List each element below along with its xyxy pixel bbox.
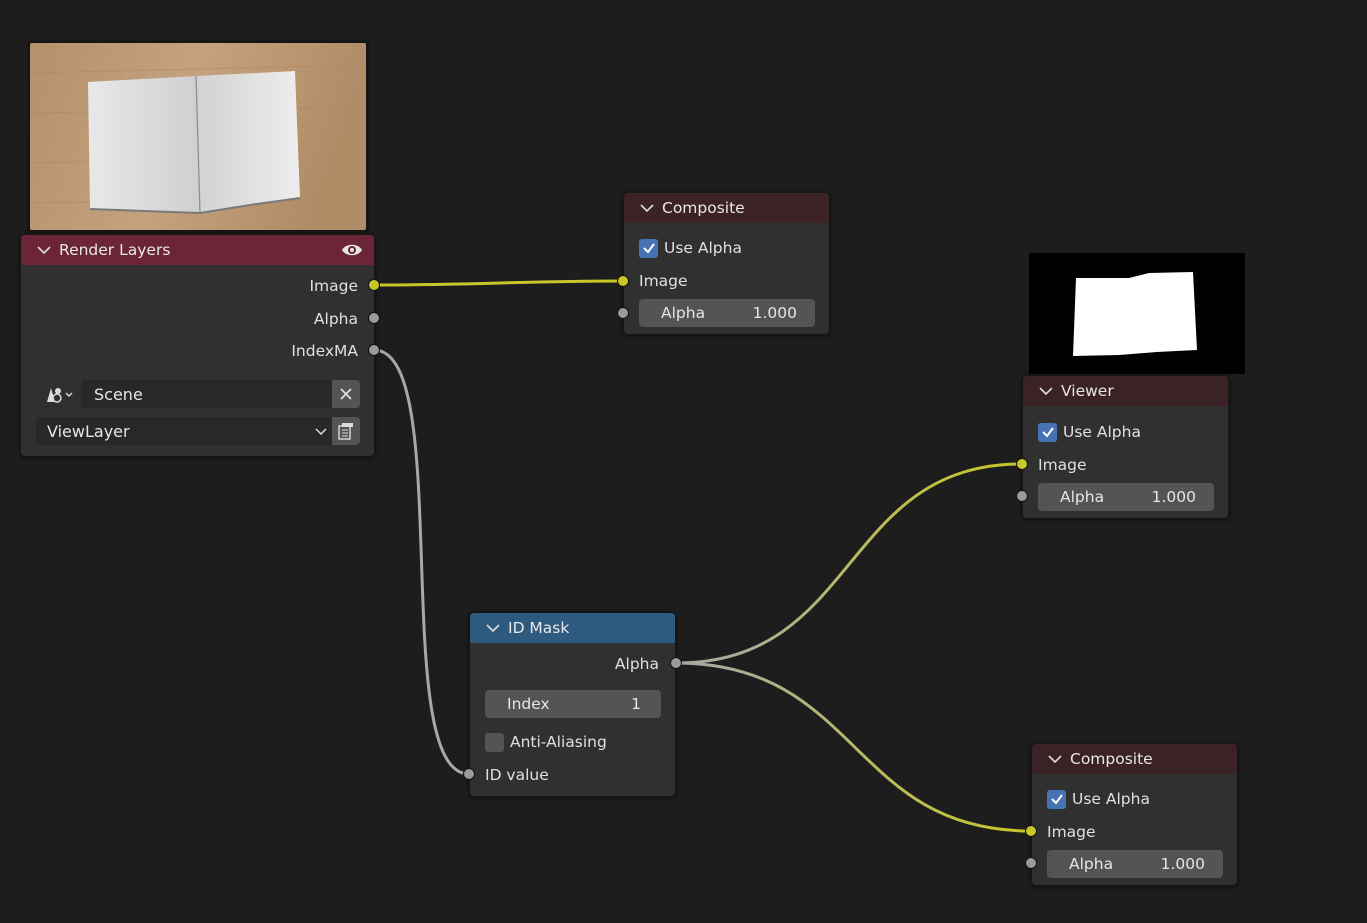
node-editor-canvas[interactable]: Render Layers Image Alpha IndexMA Scene …	[0, 0, 1367, 923]
alpha-field-label: Alpha	[1069, 855, 1114, 873]
image-input-label: Image	[1038, 456, 1087, 474]
checkbox-checked[interactable]	[1047, 789, 1066, 809]
composite-bottom-title: Composite	[1070, 750, 1153, 768]
viewer-header[interactable]: Viewer	[1023, 376, 1228, 406]
viewer-node[interactable]: Viewer Use Alpha Image Alpha 1.000	[1022, 375, 1229, 519]
id-mask-id-value-input: ID value	[485, 762, 549, 788]
chevron-down-icon[interactable]	[1037, 383, 1055, 399]
composite-top-use-alpha[interactable]: Use Alpha	[639, 235, 742, 261]
id-mask-title: ID Mask	[508, 619, 570, 637]
composite-top-header[interactable]: Composite	[624, 193, 829, 223]
id-value-label: ID value	[485, 766, 549, 784]
chevron-down-icon[interactable]	[1046, 751, 1064, 767]
checkbox-checked[interactable]	[639, 238, 658, 258]
output-indexma: IndexMA	[291, 338, 358, 364]
composite-top-image-input: Image	[639, 268, 688, 294]
scene-type-button[interactable]	[36, 380, 82, 408]
alpha-field-label: Alpha	[1060, 488, 1105, 506]
composite-top-image-socket[interactable]	[617, 275, 629, 287]
render-preview-image	[30, 43, 366, 230]
alpha-output-label: Alpha	[614, 655, 659, 673]
eye-icon[interactable]	[341, 242, 363, 258]
render-layer-button[interactable]	[332, 417, 360, 445]
output-image-label: Image	[309, 277, 358, 295]
link-indexma-to-idvalue	[373, 348, 470, 776]
viewer-title: Viewer	[1061, 382, 1114, 400]
alpha-field-value: 1.000	[1151, 488, 1196, 506]
chevron-down-icon[interactable]	[314, 424, 328, 438]
id-mask-id-value-socket[interactable]	[463, 768, 475, 780]
checkmark-icon	[1041, 427, 1054, 438]
composite-top-alpha-socket[interactable]	[617, 307, 629, 319]
id-mask-node[interactable]: ID Mask Alpha Index 1 Anti-Aliasing ID v…	[469, 612, 676, 797]
index-field-value: 1	[631, 695, 641, 713]
checkmark-icon	[1050, 794, 1063, 805]
id-mask-index-field[interactable]: Index 1	[485, 690, 661, 718]
index-field-label: Index	[507, 695, 550, 713]
composite-bottom-alpha-field[interactable]: Alpha 1.000	[1047, 850, 1223, 878]
output-alpha-label: Alpha	[313, 310, 358, 328]
viewer-alpha-socket[interactable]	[1016, 490, 1028, 502]
use-alpha-label: Use Alpha	[664, 239, 742, 257]
chevron-down-icon[interactable]	[638, 200, 656, 216]
composite-top-title: Composite	[662, 199, 745, 217]
alpha-field-value: 1.000	[1160, 855, 1205, 873]
image-input-label: Image	[1047, 823, 1096, 841]
render-layers-alpha-socket[interactable]	[368, 312, 380, 324]
render-layers-image-socket[interactable]	[368, 279, 380, 291]
render-preview-frame	[27, 40, 369, 233]
id-mask-anti-aliasing[interactable]: Anti-Aliasing	[485, 729, 607, 755]
viewer-preview-image	[1029, 253, 1245, 374]
composite-bottom-header[interactable]: Composite	[1032, 744, 1237, 774]
checkmark-icon	[642, 243, 655, 254]
use-alpha-label: Use Alpha	[1072, 790, 1150, 808]
viewer-image-socket[interactable]	[1016, 458, 1028, 470]
anti-aliasing-label: Anti-Aliasing	[510, 733, 607, 751]
render-layers-title: Render Layers	[59, 241, 171, 259]
view-layer-selector[interactable]: ViewLayer	[36, 417, 360, 445]
render-layers-indexma-socket[interactable]	[368, 344, 380, 356]
composite-node-bottom[interactable]: Composite Use Alpha Image Alpha 1.000	[1031, 743, 1238, 886]
viewer-alpha-field[interactable]: Alpha 1.000	[1038, 483, 1214, 511]
chevron-down-icon[interactable]	[484, 620, 502, 636]
output-image: Image	[309, 273, 358, 299]
render-layers-icon	[338, 423, 353, 440]
scene-clear-button[interactable]	[332, 380, 360, 408]
render-layers-header[interactable]: Render Layers	[21, 235, 374, 265]
scene-data-icon	[47, 388, 73, 403]
viewer-image-input: Image	[1038, 452, 1087, 478]
link-image-to-composite	[373, 279, 625, 287]
composite-node-top[interactable]: Composite Use Alpha Image Alpha 1.000	[623, 192, 830, 335]
scene-name[interactable]: Scene	[94, 385, 332, 404]
chevron-down-icon[interactable]	[35, 242, 53, 258]
link-alpha-to-composite	[675, 661, 1032, 833]
output-alpha: Alpha	[314, 306, 358, 332]
composite-bottom-image-input: Image	[1047, 819, 1096, 845]
render-layers-node[interactable]: Render Layers Image Alpha IndexMA Scene …	[20, 234, 375, 457]
composite-bottom-alpha-socket[interactable]	[1025, 857, 1037, 869]
view-layer-name[interactable]: ViewLayer	[47, 422, 314, 441]
checkbox-checked[interactable]	[1038, 422, 1057, 442]
link-alpha-to-viewer	[675, 462, 1023, 665]
composite-top-alpha-field[interactable]: Alpha 1.000	[639, 299, 815, 327]
alpha-field-label: Alpha	[661, 304, 706, 322]
image-input-label: Image	[639, 272, 688, 290]
scene-selector[interactable]: Scene	[36, 380, 360, 408]
composite-bottom-image-socket[interactable]	[1025, 825, 1037, 837]
id-mask-alpha-output: Alpha	[615, 651, 659, 677]
viewer-use-alpha[interactable]: Use Alpha	[1038, 419, 1141, 445]
use-alpha-label: Use Alpha	[1063, 423, 1141, 441]
checkbox-unchecked[interactable]	[485, 732, 504, 752]
id-mask-alpha-socket[interactable]	[670, 657, 682, 669]
alpha-field-value: 1.000	[752, 304, 797, 322]
id-mask-header[interactable]: ID Mask	[470, 613, 675, 643]
output-indexma-label: IndexMA	[291, 342, 358, 360]
composite-bottom-use-alpha[interactable]: Use Alpha	[1047, 786, 1150, 812]
close-icon	[340, 388, 352, 400]
